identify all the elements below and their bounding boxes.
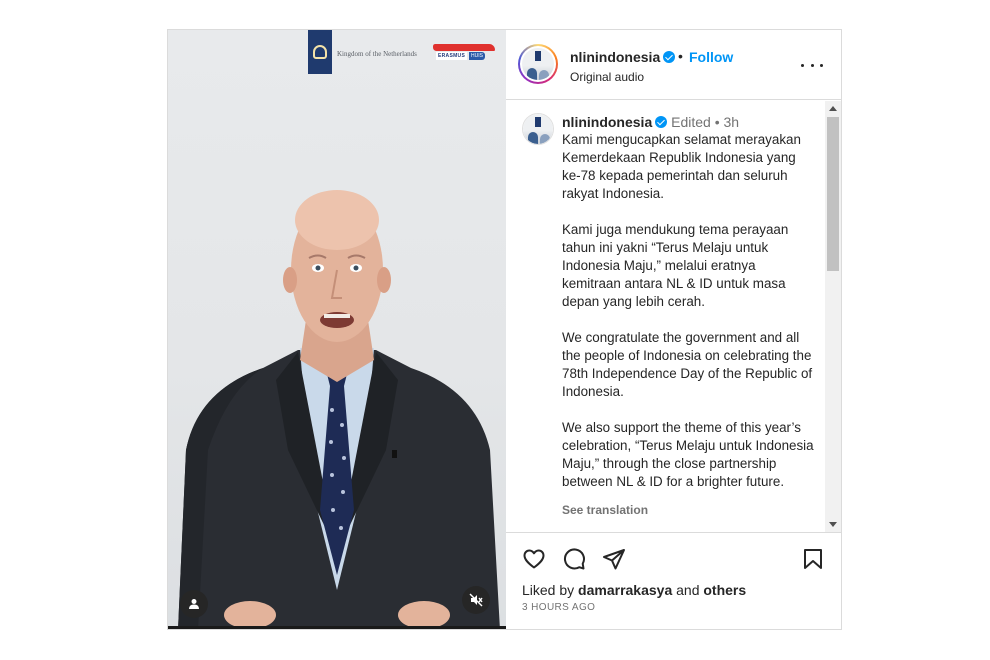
verified-badge-icon bbox=[663, 51, 676, 63]
action-bar bbox=[522, 547, 827, 573]
scroll-up-arrow-icon[interactable] bbox=[829, 106, 837, 111]
story-avatar[interactable] bbox=[518, 44, 558, 84]
caption-scrollbar[interactable] bbox=[825, 101, 841, 532]
user-tag-icon bbox=[189, 599, 199, 609]
liked-by-others-link[interactable]: others bbox=[703, 582, 746, 598]
mute-toggle-button[interactable] bbox=[462, 586, 490, 614]
instagram-post-modal: Kingdom of the Netherlands ERASMUS HUIS bbox=[167, 29, 842, 630]
caption-separator: • bbox=[714, 114, 720, 130]
caption-paragraph: We congratulate the government and all t… bbox=[562, 330, 813, 399]
caption-avatar[interactable] bbox=[522, 113, 554, 145]
comment-icon[interactable] bbox=[562, 547, 586, 571]
header-separator: • bbox=[678, 48, 683, 64]
bookmark-icon[interactable] bbox=[801, 547, 825, 571]
liked-by-text: Liked by damarrakasya and others bbox=[522, 582, 747, 598]
verified-badge-icon bbox=[655, 116, 668, 128]
liked-by-user-link[interactable]: damarrakasya bbox=[578, 582, 672, 598]
muted-speaker-icon bbox=[469, 593, 483, 607]
caption-paragraph: Kami mengucapkan selamat merayakan Kemer… bbox=[562, 132, 801, 201]
heart-icon[interactable] bbox=[522, 547, 546, 571]
follow-button[interactable]: Follow bbox=[689, 49, 733, 65]
audio-link[interactable]: Original audio bbox=[570, 70, 644, 84]
caption-header: nlinindonesia Edited • 3h bbox=[562, 113, 814, 131]
video-progress-bar[interactable] bbox=[168, 626, 506, 629]
speaker-figure bbox=[178, 190, 500, 629]
scroll-down-arrow-icon[interactable] bbox=[829, 522, 837, 527]
post-timestamp[interactable]: 3 hours ago bbox=[522, 602, 595, 613]
post-header: nlinindonesia • Follow Original audio bbox=[506, 30, 841, 100]
more-dots-icon[interactable] bbox=[801, 56, 823, 74]
edited-label: Edited bbox=[671, 114, 711, 130]
caption-text: Kami mengucapkan selamat merayakan Kemer… bbox=[562, 131, 814, 491]
tagged-users-button[interactable] bbox=[180, 590, 208, 618]
scrollbar-thumb[interactable] bbox=[827, 117, 839, 271]
caption-age[interactable]: 3h bbox=[724, 114, 740, 130]
caption-scroll-area[interactable]: nlinindonesia Edited • 3h Kami mengucapk… bbox=[506, 101, 841, 532]
caption-paragraph: We also support the theme of this year’s… bbox=[562, 420, 814, 489]
caption-username[interactable]: nlinindonesia bbox=[562, 114, 652, 130]
post-footer: Liked by damarrakasya and others 3 hours… bbox=[506, 532, 841, 629]
reel-video[interactable]: Kingdom of the Netherlands ERASMUS HUIS bbox=[168, 30, 506, 629]
caption-paragraph: Kami juga mendukung tema perayaan tahun … bbox=[562, 222, 789, 309]
paper-plane-icon[interactable] bbox=[602, 547, 626, 571]
see-translation-link[interactable]: See translation bbox=[562, 503, 814, 517]
header-username[interactable]: nlinindonesia bbox=[570, 49, 676, 65]
